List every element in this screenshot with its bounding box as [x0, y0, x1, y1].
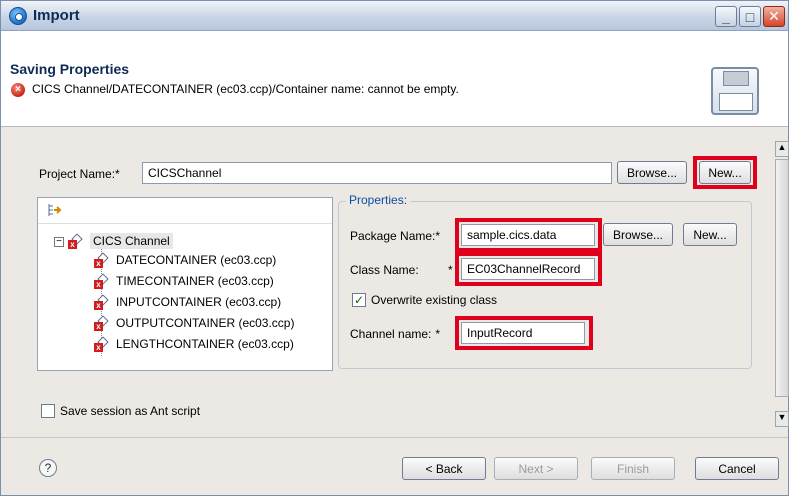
error-icon: ×	[11, 83, 25, 97]
highlight-package-name	[455, 218, 602, 252]
class-name-label: Class Name:	[350, 263, 419, 277]
minimize-button[interactable]: _	[715, 6, 737, 27]
error-message: CICS Channel/DATECONTAINER (ec03.ccp)/Co…	[32, 82, 459, 96]
highlight-new-project	[693, 156, 757, 189]
save-session-checkbox[interactable]	[41, 404, 55, 418]
back-button[interactable]: < Back	[402, 457, 486, 480]
close-button[interactable]: ✕	[763, 6, 785, 27]
import-dialog: Import _ □ ✕ Saving Properties × CICS Ch…	[0, 0, 789, 496]
tree-item[interactable]: x DATECONTAINER (ec03.ccp)	[94, 250, 276, 270]
channel-error-icon: x	[68, 233, 84, 249]
highlight-channel-name	[455, 316, 593, 350]
window-title: Import	[33, 7, 80, 24]
tree-item[interactable]: x INPUTCONTAINER (ec03.ccp)	[94, 292, 281, 312]
page-title: Saving Properties	[10, 61, 130, 77]
tree-item[interactable]: x OUTPUTCONTAINER (ec03.ccp)	[94, 313, 294, 333]
container-error-icon: x	[94, 336, 110, 352]
channel-name-label: Channel name: *	[350, 327, 441, 341]
next-button[interactable]: Next >	[494, 457, 578, 480]
scrollbar-thumb[interactable]	[775, 159, 789, 397]
project-browse-button[interactable]: Browse...	[617, 161, 687, 184]
overwrite-class-checkbox[interactable]: ✓	[352, 293, 366, 307]
highlight-class-name	[455, 252, 602, 286]
container-error-icon: x	[94, 315, 110, 331]
maximize-button[interactable]: □	[739, 6, 761, 27]
container-error-icon: x	[94, 273, 110, 289]
container-error-icon: x	[94, 294, 110, 310]
properties-group-label: Properties:	[346, 193, 411, 207]
wizard-header: Saving Properties × CICS Channel/DATECON…	[1, 31, 788, 127]
finish-button[interactable]: Finish	[591, 457, 675, 480]
tree-toolbar	[38, 198, 332, 224]
container-tree: − x CICS Channel x DATECONTAINER (ec03.c…	[37, 197, 333, 371]
tree-item[interactable]: x TIMECONTAINER (ec03.ccp)	[94, 271, 274, 291]
cancel-button[interactable]: Cancel	[695, 457, 779, 480]
class-name-required: *	[448, 263, 453, 277]
project-name-label: Project Name:*	[39, 167, 120, 181]
tree-root-item[interactable]: x CICS Channel	[68, 231, 173, 251]
expand-all-icon[interactable]	[46, 202, 62, 218]
overwrite-class-label: Overwrite existing class	[371, 293, 498, 307]
tree-item[interactable]: x LENGTHCONTAINER (ec03.ccp)	[94, 334, 294, 354]
save-session-label: Save session as Ant script	[60, 404, 201, 418]
title-bar: Import _ □ ✕	[1, 1, 788, 31]
package-name-label: Package Name:*	[350, 229, 441, 243]
package-new-button[interactable]: New...	[683, 223, 737, 246]
save-disk-icon	[711, 67, 759, 115]
package-browse-button[interactable]: Browse...	[603, 223, 673, 246]
import-app-icon	[9, 7, 27, 25]
help-icon[interactable]: ?	[39, 459, 57, 477]
tree-collapse-toggle[interactable]: −	[54, 237, 64, 247]
scroll-down-arrow[interactable]: ▼	[775, 411, 789, 427]
container-error-icon: x	[94, 252, 110, 268]
scroll-up-arrow[interactable]: ▲	[775, 141, 789, 157]
project-name-field[interactable]: CICSChannel	[142, 162, 612, 184]
